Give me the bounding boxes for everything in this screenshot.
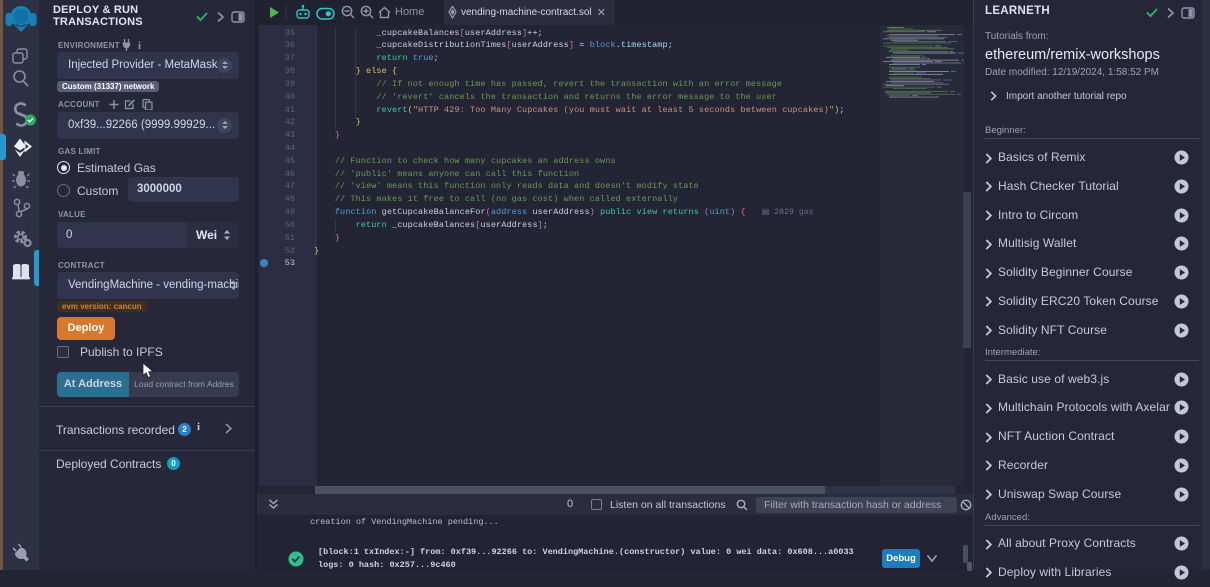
svg-text:i: i: [138, 40, 141, 51]
